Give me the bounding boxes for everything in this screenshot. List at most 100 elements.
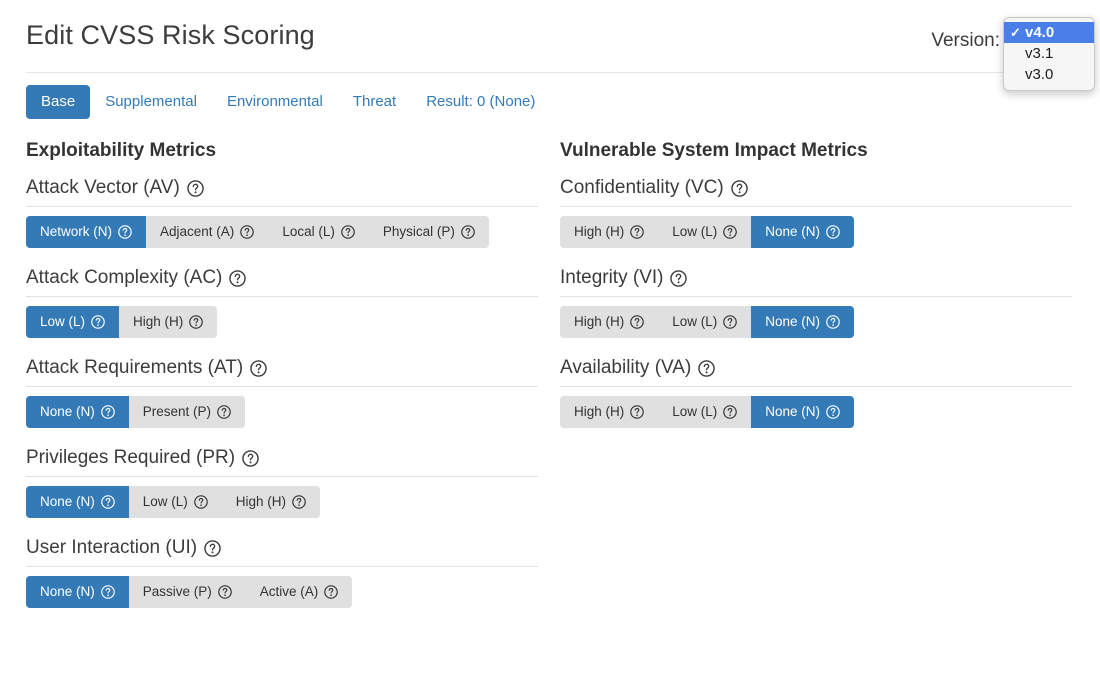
option-confidentiality-vc-high-h[interactable]: High (H) [560, 216, 659, 248]
help-circle-icon[interactable] [826, 315, 840, 329]
help-circle-icon[interactable] [630, 225, 645, 239]
version-option-v4-0[interactable]: ✓ v4.0 [1004, 22, 1094, 43]
option-integrity-vi-low-l[interactable]: Low (L) [658, 306, 752, 338]
tab-base[interactable]: Base [26, 85, 91, 119]
version-option-label: v4.0 [1025, 24, 1055, 41]
help-circle-icon[interactable] [670, 269, 688, 287]
help-circle-icon[interactable] [187, 179, 204, 197]
option-label: High (H) [574, 314, 625, 329]
help-circle-icon[interactable] [341, 225, 355, 239]
help-circle-icon[interactable] [292, 495, 306, 509]
option-user-interaction-ui-none-n[interactable]: None (N) [26, 576, 129, 608]
help-circle-icon[interactable] [630, 315, 645, 329]
tab-threat[interactable]: Threat [338, 85, 411, 119]
option-label: None (N) [765, 404, 821, 419]
option-privileges-required-pr-low-l[interactable]: Low (L) [128, 486, 222, 518]
option-attack-vector-av-adjacent-a[interactable]: Adjacent (A) [146, 216, 269, 248]
metric-label-text: Privileges Required (PR) [26, 447, 236, 468]
help-circle-icon[interactable] [118, 225, 132, 239]
option-availability-va-high-h[interactable]: High (H) [560, 396, 659, 428]
help-circle-icon[interactable] [193, 495, 208, 509]
metric-divider [560, 206, 1072, 207]
option-privileges-required-pr-none-n[interactable]: None (N) [26, 486, 129, 518]
option-label: Present (P) [142, 404, 212, 419]
version-label: Version: [931, 30, 1000, 51]
metric-options-confidentiality-vc: High (H) Low (L) None (N) [560, 216, 855, 248]
help-circle-icon[interactable] [189, 315, 204, 329]
version-option-v3-1[interactable]: v3.1 [1004, 43, 1094, 64]
help-circle-icon[interactable] [826, 405, 840, 419]
help-circle-icon[interactable] [250, 359, 267, 377]
metric-user-interaction-ui: User Interaction (UI) None (N) Passive (P)… [26, 535, 538, 608]
option-attack-vector-av-local-l[interactable]: Local (L) [268, 216, 369, 248]
option-label: Passive (P) [142, 584, 212, 599]
option-user-interaction-ui-passive-p[interactable]: Passive (P) [128, 576, 246, 608]
metric-label-text: Attack Vector (AV) [26, 177, 180, 198]
metric-label-text: Availability (VA) [560, 357, 692, 378]
help-circle-icon[interactable] [217, 405, 231, 419]
option-privileges-required-pr-high-h[interactable]: High (H) [221, 486, 321, 518]
help-circle-icon[interactable] [461, 225, 475, 239]
metric-label-attack-complexity-ac: Attack Complexity (AC) [26, 265, 538, 291]
option-integrity-vi-high-h[interactable]: High (H) [560, 306, 659, 338]
metric-label-text: Attack Requirements (AT) [26, 357, 244, 378]
version-option-label: v3.0 [1025, 66, 1054, 83]
option-label: None (N) [765, 224, 821, 239]
option-availability-va-low-l[interactable]: Low (L) [658, 396, 752, 428]
help-circle-icon[interactable] [723, 315, 738, 329]
option-attack-requirements-at-present-p[interactable]: Present (P) [128, 396, 246, 428]
option-confidentiality-vc-none-n[interactable]: None (N) [751, 216, 855, 248]
help-circle-icon[interactable] [730, 179, 748, 197]
help-circle-icon[interactable] [698, 359, 716, 377]
metric-label-confidentiality-vc: Confidentiality (VC) [560, 175, 1072, 201]
option-confidentiality-vc-low-l[interactable]: Low (L) [658, 216, 752, 248]
metric-label-attack-requirements-at: Attack Requirements (AT) [26, 355, 538, 381]
option-user-interaction-ui-active-a[interactable]: Active (A) [245, 576, 353, 608]
column-heading: Exploitability Metrics [26, 140, 217, 161]
version-dropdown-menu[interactable]: ✓ v4.0 v3.1 v3.0 [1003, 17, 1095, 91]
help-circle-icon[interactable] [242, 449, 259, 467]
version-check-icon: ✓ [1010, 25, 1021, 40]
page-title: Edit CVSS Risk Scoring [26, 20, 315, 50]
option-attack-complexity-ac-high-h[interactable]: High (H) [119, 306, 218, 338]
metric-label-user-interaction-ui: User Interaction (UI) [26, 535, 538, 561]
help-circle-icon[interactable] [826, 225, 840, 239]
metric-divider [26, 566, 538, 567]
metric-attack-requirements-at: Attack Requirements (AT) None (N) Present … [26, 355, 538, 428]
help-circle-icon[interactable] [723, 405, 738, 419]
help-circle-icon[interactable] [91, 315, 105, 329]
help-circle-icon[interactable] [630, 405, 645, 419]
metrics-column-exploitability: Exploitability Metrics Attack Vector (AV)… [26, 139, 538, 625]
metric-integrity-vi: Integrity (VI) High (H) Low (L) None (N) [560, 265, 1072, 338]
tab-environmental[interactable]: Environmental [212, 85, 338, 119]
metric-label-privileges-required-pr: Privileges Required (PR) [26, 445, 538, 471]
metric-divider [26, 476, 538, 477]
option-attack-vector-av-physical-p[interactable]: Physical (P) [368, 216, 489, 248]
tab-supplemental[interactable]: Supplemental [90, 85, 212, 119]
option-availability-va-none-n[interactable]: None (N) [751, 396, 855, 428]
metric-options-attack-complexity-ac: Low (L) High (H) [26, 306, 218, 338]
metric-confidentiality-vc: Confidentiality (VC) High (H) Low (L) None … [560, 175, 1072, 248]
help-circle-icon[interactable] [229, 269, 247, 287]
option-label: None (N) [40, 404, 95, 419]
option-label: Adjacent (A) [160, 224, 235, 239]
option-label: None (N) [40, 584, 95, 599]
help-circle-icon[interactable] [240, 225, 255, 239]
tab-result-0-none[interactable]: Result: 0 (None) [411, 85, 550, 119]
option-attack-requirements-at-none-n[interactable]: None (N) [26, 396, 129, 428]
option-attack-complexity-ac-low-l[interactable]: Low (L) [26, 306, 120, 338]
option-label: Low (L) [672, 314, 718, 329]
option-label: Low (L) [672, 404, 718, 419]
help-circle-icon[interactable] [100, 495, 115, 509]
option-attack-vector-av-network-n[interactable]: Network (N) [26, 216, 147, 248]
metric-availability-va: Availability (VA) High (H) Low (L) None (N) [560, 355, 1072, 428]
tab-bar: Base Supplemental Environmental Threat Resul… [0, 73, 1100, 119]
help-circle-icon[interactable] [723, 225, 738, 239]
help-circle-icon[interactable] [204, 539, 221, 557]
help-circle-icon[interactable] [100, 405, 115, 419]
version-option-v3-0[interactable]: v3.0 [1004, 64, 1094, 85]
help-circle-icon[interactable] [324, 585, 339, 599]
help-circle-icon[interactable] [100, 585, 115, 599]
help-circle-icon[interactable] [217, 585, 232, 599]
option-integrity-vi-none-n[interactable]: None (N) [751, 306, 855, 338]
